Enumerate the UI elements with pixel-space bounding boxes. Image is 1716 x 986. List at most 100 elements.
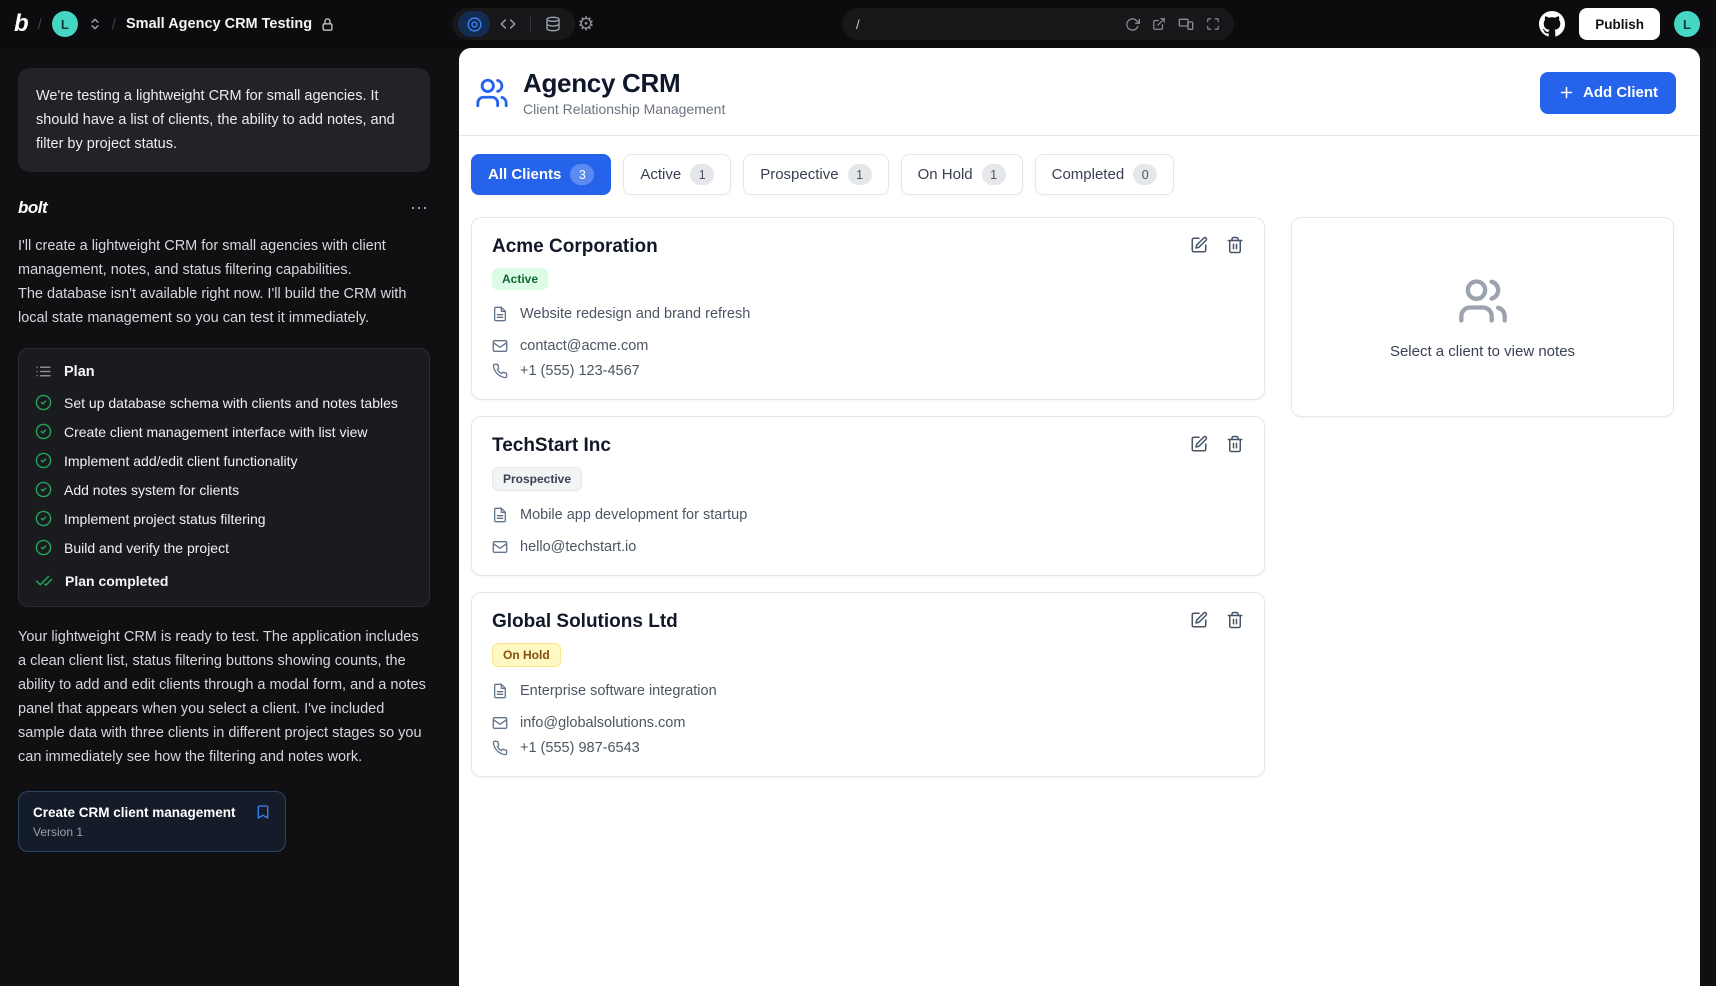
github-icon[interactable] [1539, 11, 1565, 37]
filter-on-hold[interactable]: On Hold 1 [901, 154, 1023, 195]
filter-count-badge: 1 [690, 164, 714, 185]
filter-count-badge: 1 [982, 164, 1006, 185]
mail-icon [492, 539, 508, 555]
workspace-selector-icon[interactable] [88, 17, 102, 31]
assistant-summary-text: Your lightweight CRM is ready to test. T… [18, 625, 430, 769]
client-card-techstart[interactable]: TechStart Inc Prospective Mobile app dev… [471, 416, 1265, 576]
preview-panel: Agency CRM Client Relationship Managemen… [459, 48, 1700, 986]
plan-item: Set up database schema with clients and … [35, 394, 413, 411]
chat-sidebar: We're testing a lightweight CRM for smal… [0, 48, 448, 986]
toggle-divider [530, 16, 531, 32]
edit-client-button[interactable] [1190, 236, 1208, 254]
notes-column: Select a client to view notes [1291, 217, 1674, 417]
filter-prospective[interactable]: Prospective 1 [743, 154, 888, 195]
fullscreen-icon[interactable] [1206, 17, 1220, 31]
mail-icon [492, 715, 508, 731]
filter-label: Active [640, 166, 681, 183]
delete-client-button[interactable] [1226, 435, 1244, 453]
client-name: Global Solutions Ltd [492, 611, 678, 633]
plan-item-label: Create client management interface with … [64, 424, 367, 440]
app-title: Agency CRM [523, 68, 725, 99]
topbar-right-group: Publish L [1539, 0, 1700, 48]
notes-empty-panel: Select a client to view notes [1291, 217, 1674, 417]
trash-icon [1226, 435, 1244, 453]
publish-button[interactable]: Publish [1579, 8, 1660, 40]
plan-item-label: Set up database schema with clients and … [64, 395, 398, 411]
client-card-acme[interactable]: Acme Corporation Active Website redesign… [471, 217, 1265, 400]
client-name: TechStart Inc [492, 435, 611, 457]
responsive-devices-icon[interactable] [1178, 16, 1194, 32]
eye-icon [466, 16, 483, 33]
assistant-intro-line1: I'll create a lightweight CRM for small … [18, 234, 430, 282]
trash-icon [1226, 236, 1244, 254]
plan-title: Plan [64, 364, 95, 380]
reload-icon[interactable] [1125, 17, 1140, 32]
status-badge: Active [492, 268, 548, 290]
assistant-name: bolt [18, 198, 47, 218]
plan-item: Add notes system for clients [35, 481, 413, 498]
plan-item-label: Implement project status filtering [64, 511, 266, 527]
filter-all-clients[interactable]: All Clients 3 [471, 154, 611, 195]
document-icon [492, 507, 508, 523]
preview-toggle-button[interactable] [458, 11, 490, 37]
client-phone: +1 (555) 987-6543 [520, 740, 640, 756]
client-project: Enterprise software integration [520, 683, 717, 699]
filter-count-badge: 0 [1133, 164, 1157, 185]
code-icon [500, 16, 516, 32]
message-menu-button[interactable]: ⋯ [410, 203, 430, 213]
version-card[interactable]: Create CRM client management Version 1 [18, 791, 286, 852]
check-circle-icon [35, 539, 52, 556]
database-toggle-button[interactable] [537, 11, 569, 37]
plan-item: Build and verify the project [35, 539, 413, 556]
edit-icon [1190, 236, 1208, 254]
plan-completed-label: Plan completed [65, 573, 168, 589]
plan-item-label: Build and verify the project [64, 540, 229, 556]
plan-item-label: Implement add/edit client functionality [64, 453, 297, 469]
lock-icon [320, 17, 335, 32]
assistant-intro-line2: The database isn't available right now. … [18, 282, 430, 330]
delete-client-button[interactable] [1226, 236, 1244, 254]
filter-completed[interactable]: Completed 0 [1035, 154, 1175, 195]
notes-empty-text: Select a client to view notes [1390, 343, 1575, 360]
database-icon [545, 16, 561, 32]
check-circle-icon [35, 452, 52, 469]
open-external-icon[interactable] [1152, 17, 1166, 31]
settings-gear-button[interactable]: ⚙ [572, 10, 600, 38]
url-path[interactable]: / [856, 17, 1125, 32]
delete-client-button[interactable] [1226, 611, 1244, 629]
plan-item: Create client management interface with … [35, 423, 413, 440]
client-email: contact@acme.com [520, 338, 648, 354]
code-toggle-button[interactable] [492, 11, 524, 37]
client-email: hello@techstart.io [520, 539, 636, 555]
filter-active[interactable]: Active 1 [623, 154, 731, 195]
client-project: Website redesign and brand refresh [520, 306, 750, 322]
plan-header[interactable]: Plan [35, 363, 413, 380]
user-avatar[interactable]: L [1674, 11, 1700, 37]
status-filter-bar: All Clients 3 Active 1 Prospective 1 On … [471, 154, 1674, 195]
edit-icon [1190, 435, 1208, 453]
workspace-avatar[interactable]: L [52, 11, 78, 37]
user-message-bubble: We're testing a lightweight CRM for smal… [18, 68, 430, 172]
trash-icon [1226, 611, 1244, 629]
assistant-intro-text: I'll create a lightweight CRM for small … [18, 234, 430, 330]
topbar-left-group: b / L / Small Agency CRM Testing [14, 0, 335, 48]
plan-item-label: Add notes system for clients [64, 482, 239, 498]
users-icon [475, 76, 509, 110]
phone-icon [492, 363, 508, 379]
breadcrumb-separator: / [38, 16, 42, 33]
bookmark-icon[interactable] [255, 804, 271, 820]
users-icon [1457, 275, 1509, 327]
gear-icon: ⚙ [577, 13, 594, 36]
bolt-logo[interactable]: b [14, 10, 28, 38]
top-bar: b / L / Small Agency CRM Testing [0, 0, 1716, 48]
check-circle-icon [35, 510, 52, 527]
edit-client-button[interactable] [1190, 611, 1208, 629]
preview-url-bar[interactable]: / [842, 8, 1234, 40]
client-card-global-solutions[interactable]: Global Solutions Ltd On Hold Enterprise … [471, 592, 1265, 777]
edit-client-button[interactable] [1190, 435, 1208, 453]
filter-label: All Clients [488, 166, 561, 183]
check-circle-icon [35, 394, 52, 411]
client-email: info@globalsolutions.com [520, 715, 685, 731]
check-circle-icon [35, 481, 52, 498]
add-client-button[interactable]: Add Client [1540, 72, 1676, 114]
